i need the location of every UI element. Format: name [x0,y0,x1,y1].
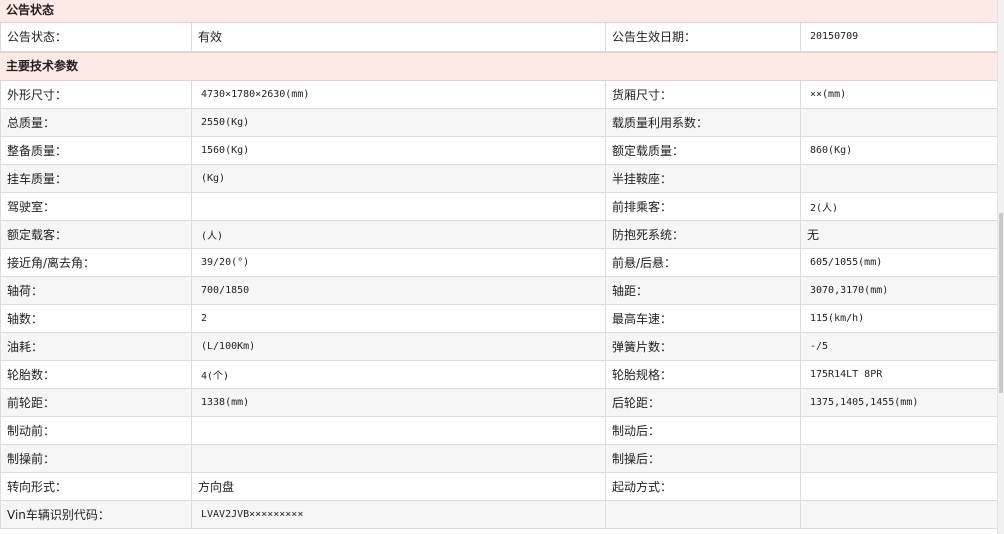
spec-value: 700/1850 [191,276,606,305]
spec-value [800,416,999,445]
spec-value: ××(mm) [800,80,999,109]
spec-label: 前轮距： [0,388,192,417]
spec-label: 公告生效日期： [605,23,801,52]
table-row: 轴数： 2 最高车速： 115(km/h) [0,304,999,333]
spec-label: 货厢尺寸： [605,80,801,109]
spec-label: Vin车辆识别代码： [0,500,192,529]
spec-value: -/5 [800,332,999,361]
spec-label: 轴数： [0,304,192,333]
spec-label: 制动前： [0,416,192,445]
spec-value: 2 [191,304,606,333]
table-row: 外形尺寸： 4730×1780×2630(mm) 货厢尺寸： ××(mm) [0,80,999,109]
tech-section-title: 主要技术参数 [0,51,998,81]
spec-label: 最高车速： [605,304,801,333]
table-row: 轴荷： 700/1850 轴距： 3070,3170(mm) [0,276,999,305]
spec-label: 轮胎数： [0,360,192,389]
spec-label: 制操前： [0,444,192,473]
spec-label [605,500,801,529]
table-row: 整备质量： 1560(Kg) 额定载质量： 860(Kg) [0,136,999,165]
spec-value: 20150709 [800,23,999,52]
spec-value [800,500,999,529]
vehicle-spec-content: 公告状态 公告状态： 有效 公告生效日期： 20150709 主要技术参数 外形… [0,0,999,529]
spec-value: 1560(Kg) [191,136,606,165]
spec-value: 2(人) [800,192,999,221]
spec-value: 3070,3170(mm) [800,276,999,305]
spec-label: 油耗： [0,332,192,361]
spec-value: (人) [191,220,606,249]
table-row: 公告状态： 有效 公告生效日期： 20150709 [0,23,999,52]
spec-value: 39/20(°) [191,248,606,277]
spec-value: 115(km/h) [800,304,999,333]
table-row: 转向形式： 方向盘 起动方式： [0,472,999,501]
spec-value: (Kg) [191,164,606,193]
spec-label: 半挂鞍座： [605,164,801,193]
table-row: 挂车质量： (Kg) 半挂鞍座： [0,164,999,193]
spec-label: 制动后： [605,416,801,445]
vertical-scrollbar[interactable] [997,0,1004,534]
spec-label: 轮胎规格： [605,360,801,389]
spec-label: 额定载质量： [605,136,801,165]
spec-label: 后轮距： [605,388,801,417]
table-row: 轮胎数： 4(个) 轮胎规格： 175R14LT 8PR [0,360,999,389]
spec-label: 载质量利用系数： [605,108,801,137]
spec-value: 1375,1405,1455(mm) [800,388,999,417]
spec-value: 4730×1780×2630(mm) [191,80,606,109]
spec-value: 有效 [191,23,606,52]
spec-value: LVAV2JVB××××××××× [191,500,606,529]
spec-label: 驾驶室： [0,192,192,221]
spec-label: 接近角/离去角： [0,248,192,277]
spec-value [191,416,606,445]
spec-value: 方向盘 [191,472,606,501]
announcement-section-title: 公告状态 [0,0,998,23]
spec-label: 制操后： [605,444,801,473]
table-row: 接近角/离去角： 39/20(°) 前悬/后悬： 605/1055(mm) [0,248,999,277]
spec-value: 无 [800,220,999,249]
spec-label: 额定载客： [0,220,192,249]
scrollbar-thumb[interactable] [999,213,1003,393]
spec-label: 外形尺寸： [0,80,192,109]
spec-value: 175R14LT 8PR [800,360,999,389]
spec-value: 605/1055(mm) [800,248,999,277]
spec-value: 860(Kg) [800,136,999,165]
spec-label: 总质量： [0,108,192,137]
table-row: 额定载客： (人) 防抱死系统：无 [0,220,999,249]
spec-value [191,192,606,221]
table-row: 制动前： 制动后： [0,416,999,445]
spec-label: 前悬/后悬： [605,248,801,277]
spec-label: 轴荷： [0,276,192,305]
table-row: 总质量： 2550(Kg) 载质量利用系数： [0,108,999,137]
tech-params-table: 外形尺寸： 4730×1780×2630(mm) 货厢尺寸： ××(mm) 总质量： 25… [0,80,999,529]
spec-label: 公告状态： [0,23,192,52]
spec-label: 防抱死系统： [605,220,801,249]
spec-value: (L/100Km) [191,332,606,361]
spec-label: 轴距： [605,276,801,305]
table-row: 前轮距： 1338(mm) 后轮距： 1375,1405,1455(mm) [0,388,999,417]
table-row: 驾驶室： 前排乘客： 2(人) [0,192,999,221]
spec-value: 4(个) [191,360,606,389]
spec-label: 整备质量： [0,136,192,165]
spec-label: 前排乘客： [605,192,801,221]
spec-value: 1338(mm) [191,388,606,417]
announcement-table: 公告状态： 有效 公告生效日期： 20150709 [0,23,999,52]
spec-value [800,444,999,473]
page: 公告状态 公告状态： 有效 公告生效日期： 20150709 主要技术参数 外形… [0,0,1004,534]
table-row: 油耗： (L/100Km) 弹簧片数： -/5 [0,332,999,361]
spec-value: 2550(Kg) [191,108,606,137]
spec-value [800,108,999,137]
spec-label: 起动方式： [605,472,801,501]
spec-label: 弹簧片数： [605,332,801,361]
table-row: 制操前： 制操后： [0,444,999,473]
spec-value [191,444,606,473]
table-row: Vin车辆识别代码： LVAV2JVB××××××××× [0,500,999,529]
spec-label: 挂车质量： [0,164,192,193]
spec-value [800,164,999,193]
spec-value [800,472,999,501]
spec-label: 转向形式： [0,472,192,501]
